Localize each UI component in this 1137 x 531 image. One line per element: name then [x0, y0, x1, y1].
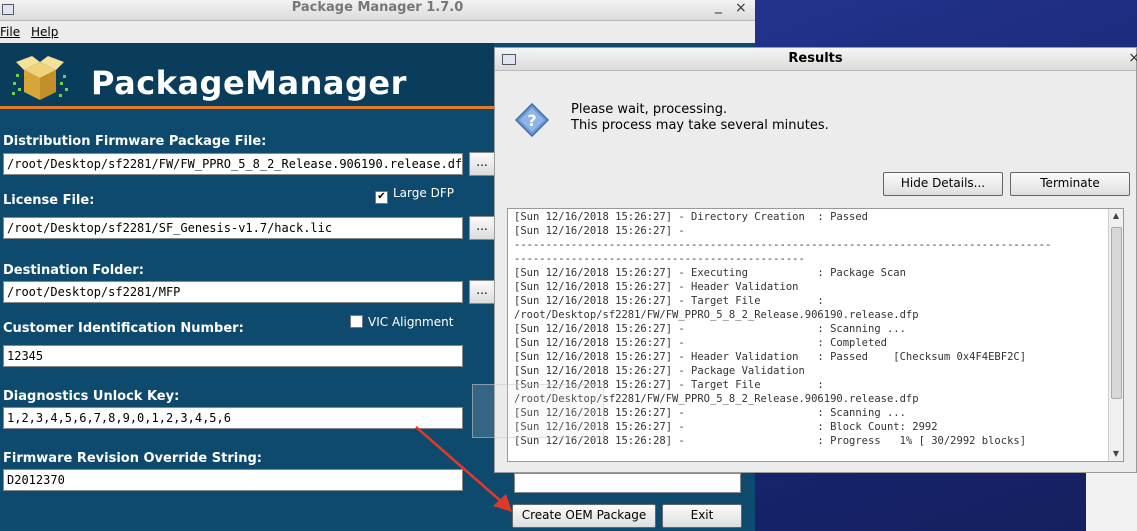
- annotation-arrow: [415, 426, 512, 512]
